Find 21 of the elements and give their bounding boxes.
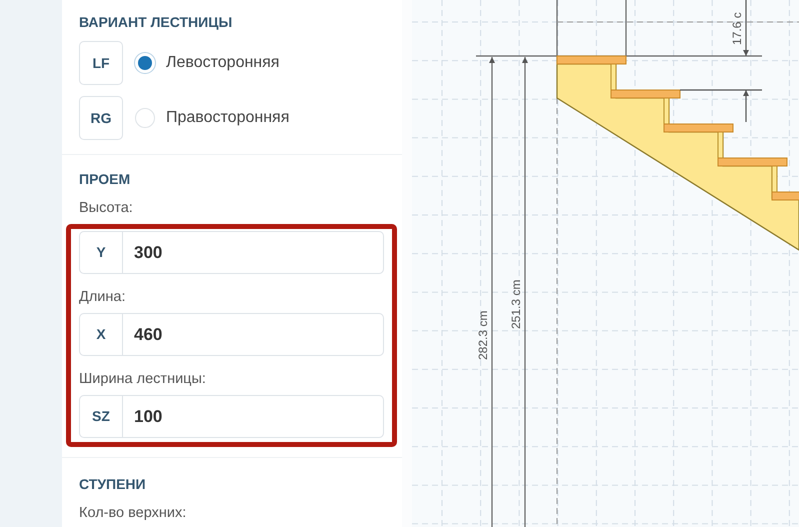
radio-label[interactable]: Левосторонняя <box>166 51 280 75</box>
dimension-label: 17.6 c <box>730 12 744 45</box>
dimension-label: 251.3 cm <box>509 280 523 329</box>
code-tag: SZ <box>79 395 123 438</box>
section-heading: ВАРИАНТ ЛЕСТНИЦЫ <box>79 13 234 32</box>
input-field[interactable]: 100 <box>123 395 384 438</box>
code-tag: RG <box>79 96 123 140</box>
section-heading: ПРОЕМ <box>79 170 132 189</box>
section-heading: СТУПЕНИ <box>79 475 147 494</box>
field-label: Длина: <box>79 288 126 307</box>
field-label: Высота: <box>79 199 134 218</box>
input-field[interactable]: 460 <box>123 313 384 356</box>
radio-button[interactable] <box>135 108 155 128</box>
code-tag: LF <box>79 41 123 85</box>
code-tag: Y <box>79 231 123 274</box>
input-field[interactable]: 300 <box>123 231 384 274</box>
code-tag: X <box>79 313 123 356</box>
field-label: Ширина лестницы: <box>79 370 207 389</box>
dimension-label: 282.3 cm <box>476 310 490 360</box>
radio-label[interactable]: Правосторонняя <box>166 106 290 130</box>
field-label: Кол-во верхних: <box>79 504 188 523</box>
